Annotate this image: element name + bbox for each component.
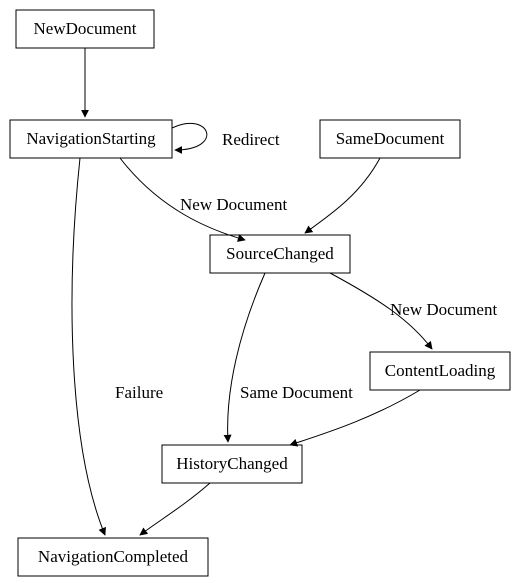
edge-samedoc-to-sourcechanged — [305, 158, 380, 233]
edge-label: Redirect — [222, 130, 280, 149]
node-navigation-starting: NavigationStarting — [10, 120, 172, 158]
node-label: NewDocument — [34, 19, 137, 38]
node-label: SameDocument — [336, 129, 445, 148]
node-content-loading: ContentLoading — [370, 352, 510, 390]
edge-label: New Document — [180, 195, 287, 214]
edge-sourcechanged-to-historychanged — [228, 273, 265, 442]
node-new-document: NewDocument — [16, 10, 154, 48]
node-navigation-completed: NavigationCompleted — [18, 538, 208, 576]
edge-label: New Document — [390, 300, 497, 319]
node-label: SourceChanged — [226, 244, 334, 263]
edge-label: Same Document — [240, 383, 353, 402]
edge-redirect-loop — [172, 123, 207, 150]
node-label: NavigationCompleted — [38, 547, 189, 566]
edge-navstart-to-navcompleted — [72, 158, 105, 535]
node-label: NavigationStarting — [26, 129, 156, 148]
node-label: HistoryChanged — [176, 454, 288, 473]
node-label: ContentLoading — [385, 361, 496, 380]
edge-label: Failure — [115, 383, 163, 402]
node-history-changed: HistoryChanged — [162, 445, 302, 483]
navigation-flow-diagram: NewDocument NavigationStarting SameDocum… — [0, 0, 526, 583]
node-source-changed: SourceChanged — [210, 235, 350, 273]
edge-historychanged-to-navcompleted — [140, 483, 210, 535]
node-same-document: SameDocument — [320, 120, 460, 158]
